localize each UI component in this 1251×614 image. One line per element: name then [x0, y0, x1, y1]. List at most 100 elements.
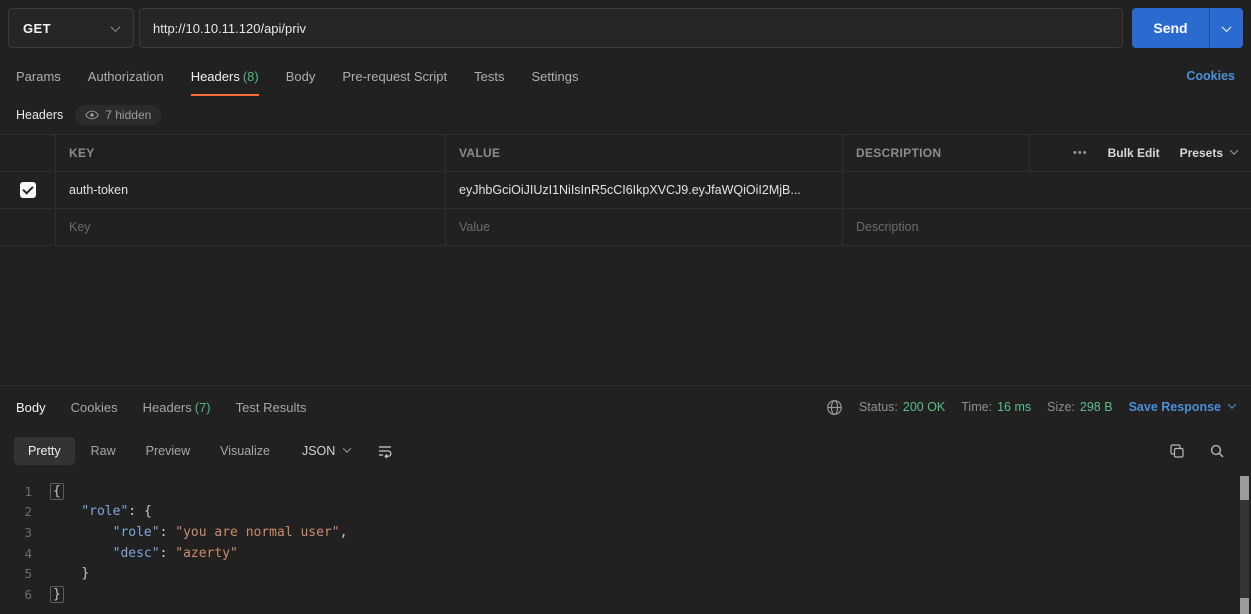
search-icon — [1209, 443, 1225, 459]
time-value: 16 ms — [997, 400, 1031, 414]
response-status: Status: 200 OK — [859, 400, 945, 414]
code-token: : — [128, 504, 144, 519]
chevron-down-icon — [1228, 400, 1236, 408]
code-content: "desc": "azerty" — [50, 546, 238, 561]
vertical-scrollbar[interactable] — [1240, 476, 1249, 614]
new-key-input[interactable] — [69, 220, 432, 234]
response-section: Body Cookies Headers(7) Test Results Status… — [0, 385, 1251, 614]
scrollbar-bottom-handle[interactable] — [1240, 598, 1249, 614]
cookies-link[interactable]: Cookies — [1186, 69, 1235, 83]
hidden-headers-toggle[interactable]: 7 hidden — [75, 105, 161, 125]
tab-pre-request-script[interactable]: Pre-request Script — [342, 56, 447, 96]
code-content: } — [50, 587, 64, 602]
presets-dropdown[interactable]: Presets — [1180, 146, 1237, 160]
save-response-label: Save Response — [1129, 400, 1221, 414]
code-content: "role": "you are normal user", — [50, 525, 347, 540]
new-key-cell — [56, 209, 446, 245]
table-controls: ••• Bulk Edit Presets — [1030, 135, 1251, 171]
tab-label: Cookies — [71, 400, 118, 415]
code-token: "desc" — [113, 546, 160, 561]
code-token: { — [144, 504, 152, 519]
header-value-cell[interactable]: eyJhbGciOiJIUzI1NiIsInR5cCI6IkpXVCJ9.eyJ… — [446, 172, 843, 208]
view-tab-preview[interactable]: Preview — [132, 437, 204, 465]
tab-tests[interactable]: Tests — [474, 56, 504, 96]
column-header-key: KEY — [56, 135, 446, 171]
view-tab-raw[interactable]: Raw — [77, 437, 130, 465]
url-input[interactable] — [139, 8, 1123, 48]
scrollbar-thumb[interactable] — [1240, 476, 1249, 500]
wrap-text-button[interactable] — [376, 442, 394, 460]
format-label: JSON — [302, 444, 335, 458]
format-dropdown[interactable]: JSON — [292, 437, 360, 465]
response-tab-test-results[interactable]: Test Results — [236, 400, 307, 415]
line-number: 2 — [0, 504, 50, 519]
code-token: : — [160, 525, 176, 540]
code-content: { — [50, 484, 64, 499]
tab-headers[interactable]: Headers(8) — [191, 56, 259, 96]
response-body-viewer[interactable]: 1{2 "role": {3 "role": "you are normal u… — [0, 474, 1251, 614]
headers-table: KEY VALUE DESCRIPTION ••• Bulk Edit Pres… — [0, 134, 1251, 246]
code-line: 5 } — [0, 563, 1251, 584]
row-checkbox[interactable] — [20, 182, 36, 198]
headers-meta-row: Headers 7 hidden — [0, 96, 1251, 134]
more-options-icon[interactable]: ••• — [1073, 147, 1088, 159]
globe-icon[interactable] — [826, 399, 843, 416]
header-row-auth-token: auth-token eyJhbGciOiJIUzI1NiIsInR5cCI6I… — [0, 172, 1251, 209]
chevron-down-icon — [1222, 22, 1232, 32]
response-toolbar-actions — [1169, 443, 1237, 459]
time-label: Time: — [961, 400, 992, 414]
code-token: "azerty" — [175, 546, 238, 561]
new-description-input[interactable] — [856, 220, 1238, 234]
response-tab-headers[interactable]: Headers(7) — [143, 400, 211, 415]
line-number: 5 — [0, 566, 50, 581]
tab-label: Settings — [531, 69, 578, 84]
tab-label: Body — [16, 400, 46, 415]
send-options-button[interactable] — [1209, 8, 1243, 48]
code-token: "role" — [113, 525, 160, 540]
code-token — [50, 525, 113, 540]
tab-body[interactable]: Body — [286, 56, 316, 96]
header-select-cell — [0, 135, 56, 171]
chevron-down-icon — [1230, 146, 1238, 154]
response-tabs: Body Cookies Headers(7) Test Results — [16, 400, 306, 415]
eye-icon — [85, 108, 99, 122]
code-token — [50, 566, 81, 581]
tab-settings[interactable]: Settings — [531, 56, 578, 96]
request-tabs-bar: Params Authorization Headers(8) Body Pre-req… — [0, 56, 1251, 96]
code-lines: 1{2 "role": {3 "role": "you are normal u… — [0, 481, 1251, 605]
copy-response-button[interactable] — [1169, 443, 1185, 459]
new-value-input[interactable] — [459, 220, 829, 234]
tab-label: Body — [286, 69, 316, 84]
bulk-edit-button[interactable]: Bulk Edit — [1108, 146, 1160, 160]
status-value: 200 OK — [903, 400, 945, 414]
response-view-toolbar: PrettyRawPreviewVisualize JSON — [0, 428, 1251, 474]
code-line: 4 "desc": "azerty" — [0, 543, 1251, 564]
tab-label: Headers — [191, 69, 240, 84]
method-dropdown[interactable]: GET — [8, 8, 134, 48]
header-key-cell[interactable]: auth-token — [56, 172, 446, 208]
table-header-row: KEY VALUE DESCRIPTION ••• Bulk Edit Pres… — [0, 135, 1251, 172]
code-content: } — [50, 566, 89, 581]
send-button[interactable]: Send — [1132, 8, 1209, 48]
column-header-description: DESCRIPTION — [843, 135, 1030, 171]
line-number: 3 — [0, 525, 50, 540]
save-response-button[interactable]: Save Response — [1129, 400, 1235, 414]
response-tab-body[interactable]: Body — [16, 400, 46, 415]
hidden-headers-label: 7 hidden — [105, 108, 151, 122]
search-response-button[interactable] — [1209, 443, 1225, 459]
tab-params[interactable]: Params — [16, 56, 61, 96]
response-tab-cookies[interactable]: Cookies — [71, 400, 118, 415]
view-tab-visualize[interactable]: Visualize — [206, 437, 284, 465]
tab-label: Authorization — [88, 69, 164, 84]
send-button-group: Send — [1132, 8, 1243, 48]
header-description-cell[interactable] — [843, 172, 1251, 208]
chevron-down-icon — [111, 22, 121, 32]
line-number: 6 — [0, 587, 50, 602]
code-token: "role" — [81, 504, 128, 519]
view-tab-pretty[interactable]: Pretty — [14, 437, 75, 465]
request-editor-empty-space — [0, 246, 1251, 385]
new-description-cell — [843, 209, 1251, 245]
tab-label: Tests — [474, 69, 504, 84]
line-number: 4 — [0, 546, 50, 561]
tab-authorization[interactable]: Authorization — [88, 56, 164, 96]
